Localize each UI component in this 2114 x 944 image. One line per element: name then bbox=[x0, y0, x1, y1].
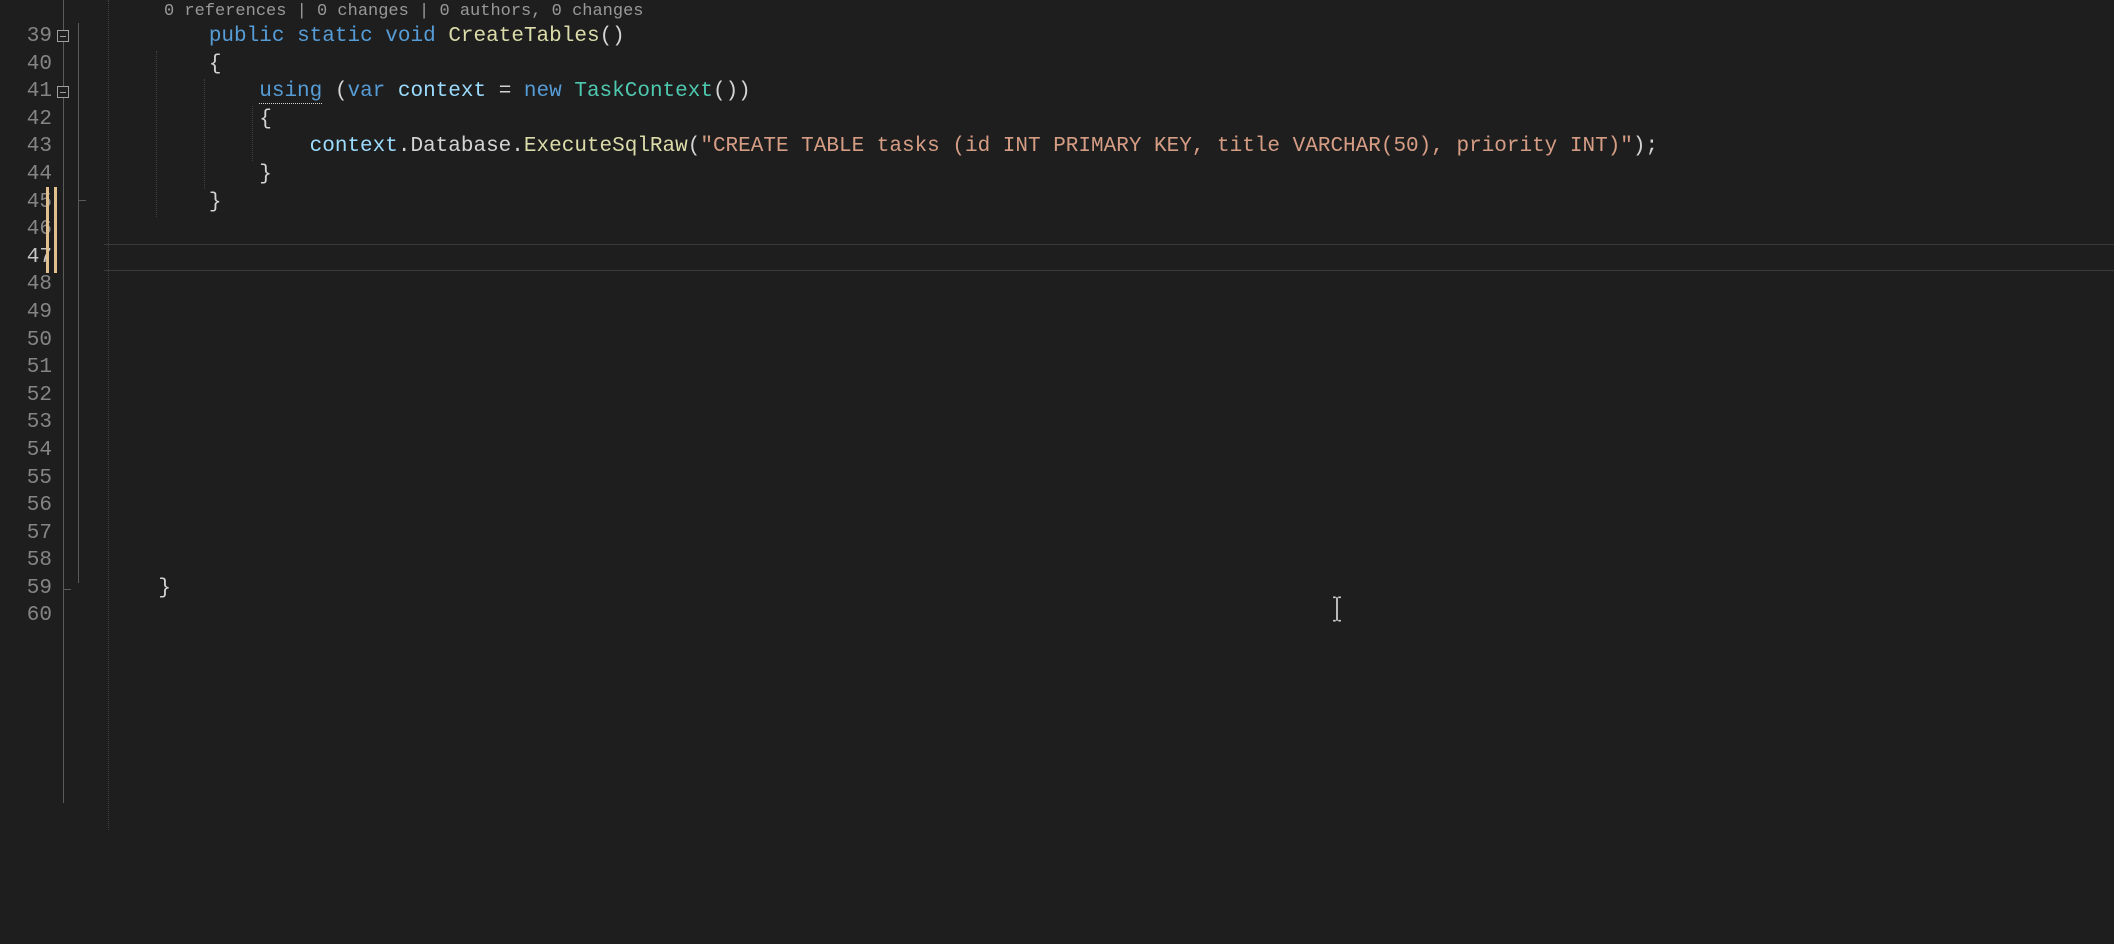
fold-corner bbox=[63, 589, 71, 590]
code-line[interactable] bbox=[104, 465, 2114, 493]
line-number: 41 bbox=[0, 78, 52, 106]
line-number: 58 bbox=[0, 547, 52, 575]
codelens-info[interactable]: 0 references | 0 changes | 0 authors, 0 … bbox=[104, 0, 2114, 23]
code-line[interactable]: public static void CreateTables() bbox=[104, 23, 2114, 51]
code-line[interactable] bbox=[104, 492, 2114, 520]
line-number: 47 bbox=[0, 244, 52, 272]
code-line[interactable]: using (var context = new TaskContext()) bbox=[104, 78, 2114, 106]
fold-toggle-method[interactable] bbox=[57, 30, 69, 42]
fold-toggle-using[interactable] bbox=[57, 86, 69, 98]
gutter-extras bbox=[60, 0, 104, 944]
line-number: 54 bbox=[0, 437, 52, 465]
line-number: 43 bbox=[0, 133, 52, 161]
code-line[interactable]: } bbox=[104, 575, 2114, 603]
code-line[interactable]: { bbox=[104, 106, 2114, 134]
code-editor[interactable]: 3940414243444546474849505152535455565758… bbox=[0, 0, 2114, 944]
code-line[interactable] bbox=[104, 382, 2114, 410]
code-line[interactable] bbox=[104, 409, 2114, 437]
code-line[interactable]: context.Database.ExecuteSqlRaw("CREATE T… bbox=[104, 133, 2114, 161]
code-line[interactable] bbox=[104, 520, 2114, 548]
line-number: 59 bbox=[0, 575, 52, 603]
modification-marker bbox=[46, 187, 57, 274]
line-number: 56 bbox=[0, 492, 52, 520]
line-number: 40 bbox=[0, 51, 52, 79]
line-number: 49 bbox=[0, 299, 52, 327]
line-number: 55 bbox=[0, 465, 52, 493]
code-area[interactable]: 0 references | 0 changes | 0 authors, 0 … bbox=[104, 0, 2114, 944]
code-line[interactable]: { bbox=[104, 51, 2114, 79]
line-number: 42 bbox=[0, 106, 52, 134]
line-number: 45 bbox=[0, 189, 52, 217]
line-number: 60 bbox=[0, 602, 52, 630]
line-number: 51 bbox=[0, 354, 52, 382]
fold-line-outer bbox=[63, 0, 64, 803]
line-number: 57 bbox=[0, 520, 52, 548]
code-line[interactable] bbox=[104, 216, 2114, 244]
code-line[interactable] bbox=[104, 327, 2114, 355]
line-number: 44 bbox=[0, 161, 52, 189]
line-number: 48 bbox=[0, 271, 52, 299]
code-line[interactable] bbox=[104, 602, 2114, 630]
code-line[interactable] bbox=[104, 244, 2114, 272]
code-line[interactable] bbox=[104, 547, 2114, 575]
line-number: 52 bbox=[0, 382, 52, 410]
fold-line-inner bbox=[78, 23, 79, 583]
code-line[interactable] bbox=[104, 299, 2114, 327]
line-number: 50 bbox=[0, 327, 52, 355]
code-line[interactable] bbox=[104, 437, 2114, 465]
code-line[interactable] bbox=[104, 271, 2114, 299]
code-line[interactable]: } bbox=[104, 189, 2114, 217]
line-number: 46 bbox=[0, 216, 52, 244]
line-number: 39 bbox=[0, 23, 52, 51]
fold-corner bbox=[78, 200, 86, 201]
code-line[interactable]: } bbox=[104, 161, 2114, 189]
line-number-gutter: 3940414243444546474849505152535455565758… bbox=[0, 0, 60, 944]
line-number: 53 bbox=[0, 409, 52, 437]
code-line[interactable] bbox=[104, 354, 2114, 382]
